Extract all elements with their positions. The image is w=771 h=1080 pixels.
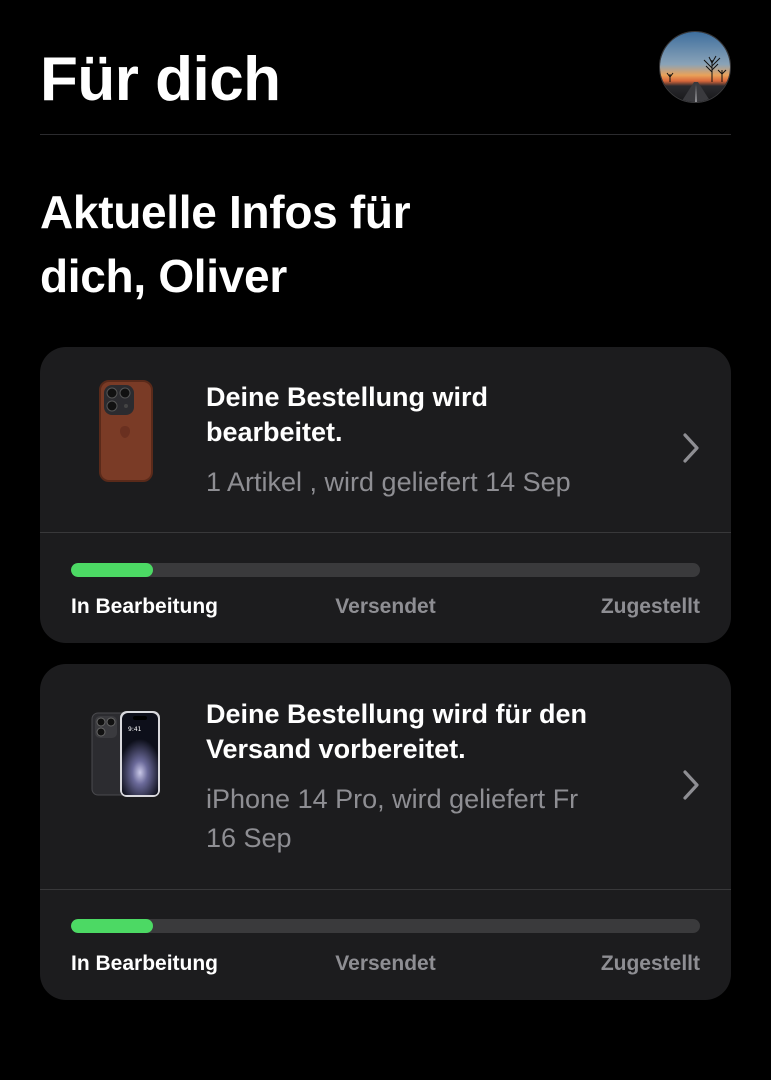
order-card[interactable]: Deine Bestellung wird bearbeitet. 1 Arti… — [40, 347, 731, 643]
step-versendet: Versendet — [335, 952, 436, 975]
order-status-title-line-1: Deine Bestellung wird für den — [206, 699, 588, 729]
step-zugestellt: Zugestellt — [600, 952, 700, 975]
order-progress-steps: In Bearbeitung Versendet Zugestellt — [71, 951, 700, 977]
order-delivery-info: iPhone 14 Pro, wird geliefert Fr 16 Sep — [206, 780, 666, 858]
greeting-heading: Aktuelle Infos für dich, Oliver — [40, 180, 600, 308]
step-versendet: Versendet — [335, 595, 436, 618]
avatar[interactable] — [659, 31, 731, 103]
step-zugestellt: Zugestellt — [600, 595, 700, 618]
order-progress-fill — [71, 919, 153, 933]
step-in-bearbeitung: In Bearbeitung — [71, 595, 219, 618]
order-progress-fill — [71, 563, 153, 577]
iphone-14-pro-thumbnail-icon: 9:41 — [90, 709, 162, 799]
step-in-bearbeitung: In Bearbeitung — [71, 952, 219, 975]
for-you-page: Für dich Aktuelle Infos für dich, Oliver… — [0, 0, 771, 1080]
order-status-title-line-2: Versand vorbereitet. — [206, 734, 466, 764]
order-progress-steps: In Bearbeitung Versendet Zugestellt — [71, 594, 700, 620]
order-status-title-line-2: bearbeitet. — [206, 417, 343, 447]
order-status-title: Deine Bestellung wird bearbeitet. — [206, 380, 656, 450]
order-summary[interactable]: Deine Bestellung wird bearbeitet. 1 Arti… — [40, 347, 731, 533]
order-progress-bar — [71, 563, 700, 577]
chevron-right-icon[interactable] — [681, 769, 701, 801]
order-status-text: Deine Bestellung wird bearbeitet. 1 Arti… — [206, 380, 656, 502]
order-delivery-info: 1 Artikel , wird geliefert 14 Sep — [206, 467, 571, 497]
header: Für dich — [40, 0, 731, 135]
leather-case-thumbnail-icon — [98, 379, 156, 483]
greeting-line-2: dich, Oliver — [40, 250, 287, 302]
order-delivery-info-line-2: 16 Sep — [206, 823, 292, 853]
order-status-text: Deine Bestellung wird für den Versand vo… — [206, 697, 666, 858]
order-status-title-line-1: Deine Bestellung wird — [206, 382, 489, 412]
order-progress-bar — [71, 919, 700, 933]
order-delivery-info-line-1: iPhone 14 Pro, wird geliefert Fr — [206, 784, 579, 814]
svg-text:9:41: 9:41 — [128, 726, 142, 733]
greeting-line-1: Aktuelle Infos für — [40, 186, 411, 238]
profile-photo-avatar-icon — [660, 32, 730, 102]
order-summary[interactable]: 9:41 Deine Bestellung wird für den Versa… — [40, 664, 731, 890]
order-status-title: Deine Bestellung wird für den Versand vo… — [206, 697, 666, 767]
page-title: Für dich — [40, 45, 281, 114]
chevron-right-icon[interactable] — [681, 432, 701, 464]
order-card[interactable]: 9:41 Deine Bestellung wird für den Versa… — [40, 664, 731, 1000]
